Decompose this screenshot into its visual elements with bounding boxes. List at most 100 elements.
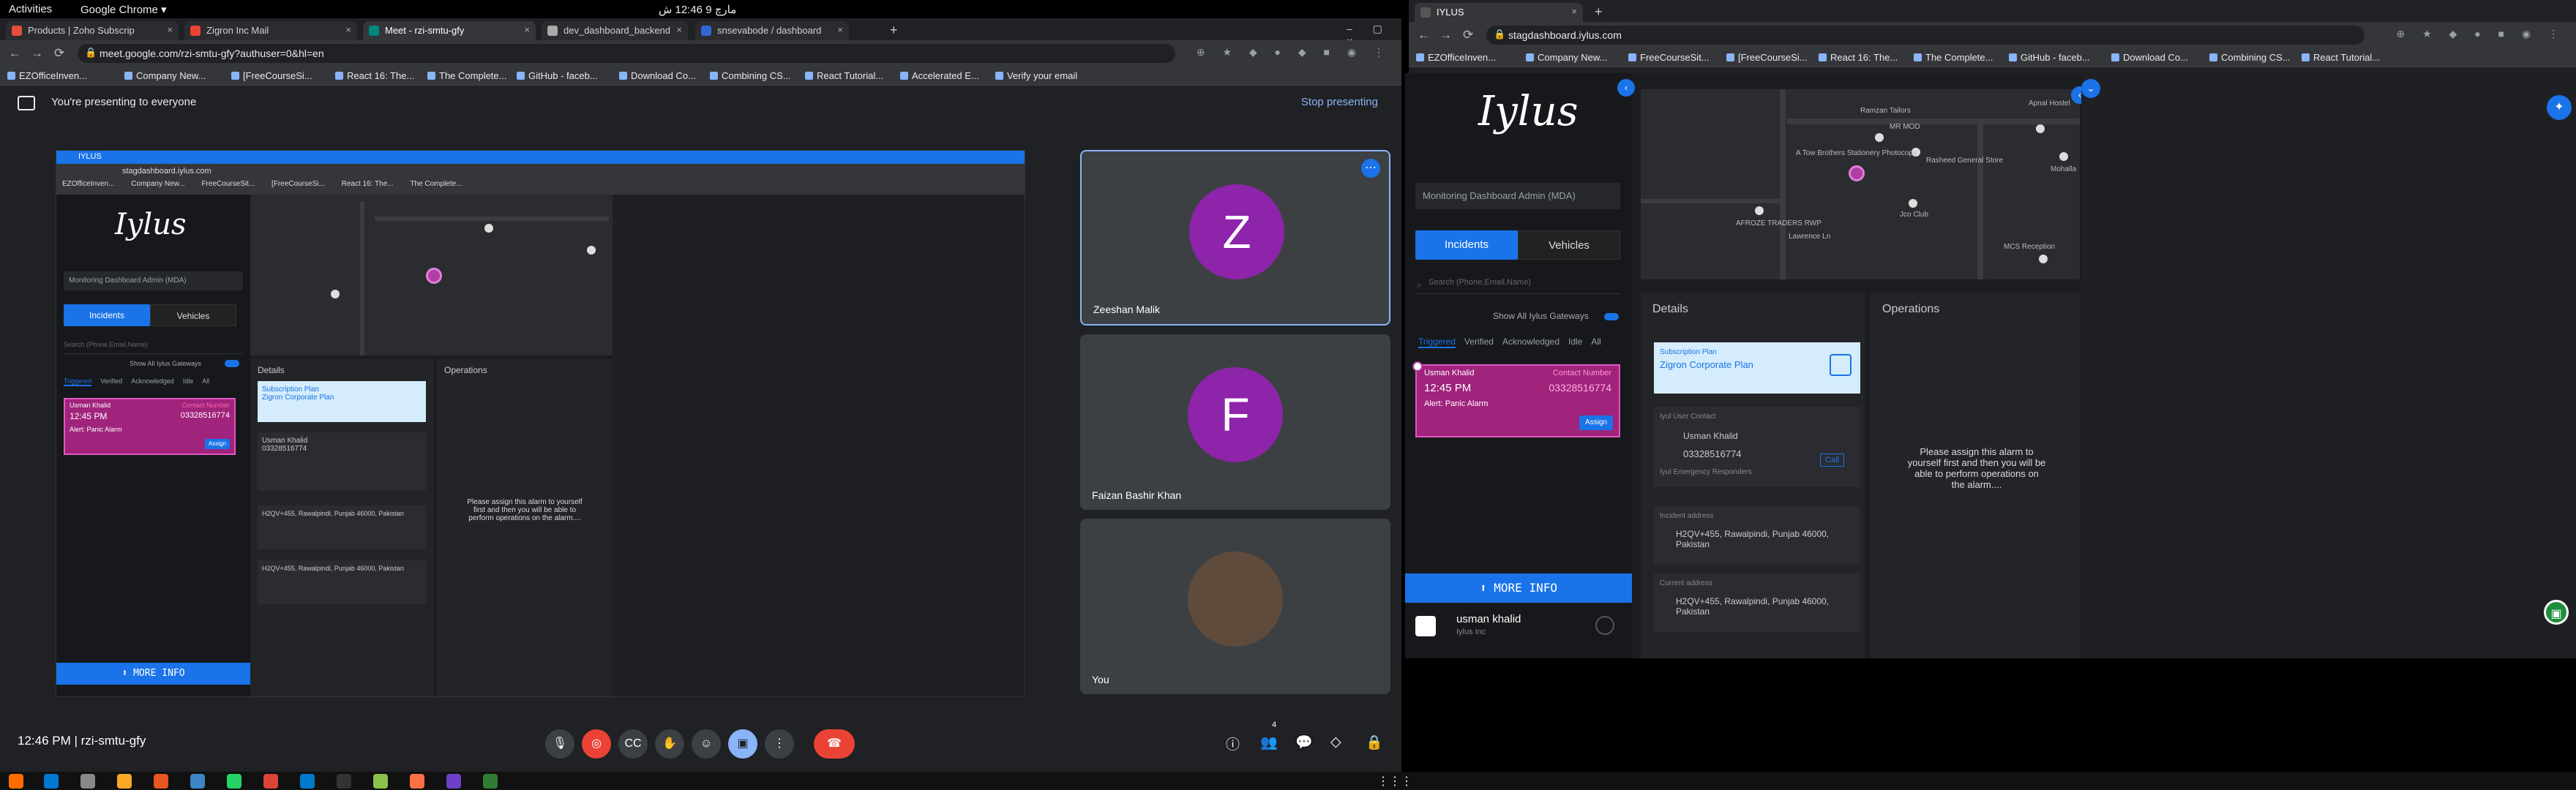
- mic-icon[interactable]: 🎙: [545, 729, 574, 759]
- filter-acknowledged[interactable]: Acknowledged: [1502, 336, 1560, 347]
- vehicles-tab[interactable]: Vehicles: [150, 304, 236, 326]
- participant-tile[interactable]: You: [1080, 519, 1390, 694]
- mini-dark-map[interactable]: [613, 195, 1025, 696]
- filter-idle[interactable]: Idle: [1568, 336, 1582, 347]
- place-marker[interactable]: [2059, 152, 2068, 161]
- forward-icon[interactable]: →: [1439, 28, 1452, 42]
- area-map[interactable]: ⌄ ✦ ▣: [2081, 73, 2576, 658]
- place-marker[interactable]: [484, 224, 493, 233]
- postman-icon[interactable]: [410, 774, 424, 789]
- reload-icon[interactable]: ⟳: [54, 46, 64, 61]
- camera-off-icon[interactable]: ◎: [582, 729, 611, 759]
- settings-icon[interactable]: [1595, 616, 1614, 635]
- address-bar[interactable]: 🔒 stagdashboard.iylus.com: [1486, 26, 2365, 45]
- place-marker[interactable]: [2039, 255, 2048, 263]
- tab-bitbucket[interactable]: snsevabode / dashboard ×: [695, 21, 849, 40]
- github-icon[interactable]: [446, 774, 461, 789]
- new-tab-button[interactable]: +: [890, 23, 898, 38]
- mini-street-map[interactable]: [250, 195, 613, 356]
- bookmark[interactable]: FreeCourseSit...: [1628, 52, 1710, 63]
- filter-idle[interactable]: Idle: [183, 377, 194, 385]
- people-icon[interactable]: 👥: [1260, 734, 1278, 751]
- place-marker[interactable]: [331, 290, 340, 298]
- bookmark[interactable]: Company New...: [1526, 52, 1607, 63]
- activities-button[interactable]: Activities: [9, 3, 52, 15]
- bookmark[interactable]: Combining CS...: [2209, 52, 2291, 63]
- alarm-card[interactable]: Usman Khalid Contact Number 12:45 PM 033…: [64, 398, 236, 455]
- more-info-button[interactable]: ⬆ MORE INFO: [1405, 573, 1632, 603]
- bookmark[interactable]: GitHub - faceb...: [517, 70, 598, 81]
- incident-marker[interactable]: [426, 268, 442, 284]
- host-controls-icon[interactable]: 🔒: [1366, 734, 1383, 751]
- filter-all[interactable]: All: [1591, 336, 1600, 347]
- close-icon[interactable]: ×: [345, 24, 351, 35]
- emoji-icon[interactable]: ☺: [692, 729, 721, 759]
- filter-triggered[interactable]: Triggered: [1418, 336, 1456, 348]
- bookmark[interactable]: EZOfficeInven...: [7, 70, 87, 81]
- show-all-toggle[interactable]: [1604, 313, 1619, 320]
- place-marker[interactable]: [2036, 124, 2045, 133]
- place-marker[interactable]: [1755, 206, 1764, 215]
- tab-dev-dashboard[interactable]: dev_dashboard_backend ×: [542, 21, 688, 40]
- bookmark[interactable]: Verify your email: [995, 70, 1077, 81]
- tab-iylus[interactable]: IYLUS ×: [1415, 3, 1583, 22]
- files-icon[interactable]: [80, 774, 95, 789]
- raise-hand-icon[interactable]: ✋: [655, 729, 684, 759]
- close-icon[interactable]: ×: [837, 24, 843, 35]
- info-icon[interactable]: ⓘ: [1226, 734, 1240, 753]
- assign-button[interactable]: Assign: [1579, 415, 1613, 430]
- bookmark[interactable]: EZOfficeInven...: [1416, 52, 1496, 63]
- alarm-card[interactable]: Usman Khalid Contact Number 12:45 PM 033…: [1412, 361, 1620, 437]
- bookmark[interactable]: [FreeCourseSi...: [231, 70, 312, 81]
- app-grid-icon[interactable]: ⋮⋮⋮: [1377, 774, 1412, 789]
- whatsapp-icon[interactable]: [227, 774, 242, 789]
- bookmark[interactable]: React Tutorial...: [805, 70, 883, 81]
- extensions-icons[interactable]: ⊕ ★ ◆ ● ◆ ■ ◉ ⋮: [1197, 46, 1391, 59]
- bookmark[interactable]: The Complete...: [1914, 52, 1993, 63]
- end-call-button[interactable]: ☎: [814, 729, 855, 759]
- filter-all[interactable]: All: [202, 377, 209, 385]
- call-button[interactable]: Call: [1820, 454, 1844, 467]
- bookmark[interactable]: Download Co...: [619, 70, 696, 81]
- chat-icon[interactable]: 💬: [1295, 734, 1313, 751]
- search-input[interactable]: Search (Phone,Email,Name): [64, 341, 243, 354]
- activities-icon[interactable]: ◇: [1330, 734, 1341, 750]
- tab-meet[interactable]: Meet - rzi-smtu-gfy ×: [363, 21, 536, 40]
- thunderbird-icon[interactable]: [44, 774, 59, 789]
- filter-verified[interactable]: Verified: [100, 377, 122, 385]
- more-info-button[interactable]: ⬆ MORE INFO: [56, 663, 250, 685]
- bookmark[interactable]: GitHub - faceb...: [2009, 52, 2090, 63]
- vscode-icon[interactable]: [300, 774, 315, 789]
- incidents-tab[interactable]: Incidents: [64, 304, 150, 326]
- incident-marker[interactable]: [1849, 165, 1865, 181]
- show-all-toggle[interactable]: [225, 360, 239, 367]
- captions-icon[interactable]: CC: [618, 729, 648, 759]
- vehicles-tab[interactable]: Vehicles: [1518, 230, 1620, 260]
- search-input[interactable]: Search (Phone,Email,Name): [1415, 278, 1620, 294]
- app-icon[interactable]: [373, 774, 388, 789]
- rhythmbox-icon[interactable]: [117, 774, 132, 789]
- bookmark[interactable]: React 16: The...: [1819, 52, 1898, 63]
- close-icon[interactable]: ×: [676, 24, 682, 35]
- chrome-icon[interactable]: [263, 774, 278, 789]
- extensions-icons[interactable]: ⊕ ★ ◆ ● ■ ◉ ⋮: [2396, 28, 2566, 40]
- filter-verified[interactable]: Verified: [1464, 336, 1494, 347]
- more-options-icon[interactable]: ⋯: [1361, 159, 1380, 178]
- bookmark[interactable]: [FreeCourseSi...: [1726, 52, 1808, 63]
- software-icon[interactable]: [154, 774, 168, 789]
- terminal-icon[interactable]: [337, 774, 351, 789]
- place-marker[interactable]: [1909, 199, 1917, 208]
- street-map[interactable]: Ramzan Tailors Apnal Hostel MR MOD A Tow…: [1641, 86, 2089, 279]
- bookmark[interactable]: Combining CS...: [710, 70, 791, 81]
- bookmark[interactable]: Company New...: [124, 70, 206, 81]
- stop-presenting-button[interactable]: Stop presenting: [1301, 96, 1378, 108]
- incidents-tab[interactable]: Incidents: [1415, 230, 1518, 260]
- new-tab-button[interactable]: +: [1595, 4, 1603, 20]
- bookmark[interactable]: Accelerated E...: [900, 70, 979, 81]
- bookmark[interactable]: Download Co...: [2111, 52, 2188, 63]
- chat-widget-icon[interactable]: ▣: [2544, 600, 2569, 625]
- more-options-icon[interactable]: ⋮: [765, 729, 794, 759]
- user-row[interactable]: usman khalid Iylus Inc: [1405, 606, 1632, 650]
- place-marker[interactable]: [587, 246, 596, 255]
- back-icon[interactable]: ←: [9, 46, 21, 61]
